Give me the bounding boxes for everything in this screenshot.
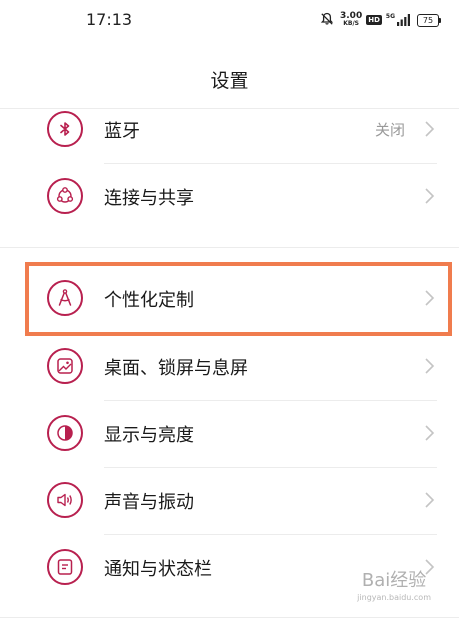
highlight-box — [25, 262, 452, 336]
chevron-right-icon — [425, 121, 435, 137]
settings-item-bluetooth[interactable]: 蓝牙 关闭 — [0, 99, 459, 161]
settings-item-sound[interactable]: 声音与振动 — [0, 470, 459, 532]
wallpaper-icon — [47, 348, 83, 384]
settings-item-desktop-lock[interactable]: 桌面、锁屏与息屏 — [0, 336, 459, 398]
brightness-icon — [47, 415, 83, 451]
network-speed: 3.00 KB/S — [340, 11, 363, 28]
settings-item-label: 桌面、锁屏与息屏 — [104, 358, 248, 379]
chevron-right-icon — [425, 492, 435, 508]
signal-strength-icon — [397, 11, 411, 30]
battery-icon: 75 — [417, 13, 441, 27]
settings-item-display[interactable]: 显示与亮度 — [0, 403, 459, 465]
page-title: 设置 — [210, 70, 249, 92]
watermark-url: jingyan.baidu.com — [357, 593, 431, 602]
status-icons: 3.00 KB/S HD 5G 75 — [320, 10, 441, 30]
notification-icon — [47, 549, 83, 585]
connection-share-icon — [47, 178, 83, 214]
settings-item-label: 蓝牙 — [104, 121, 140, 142]
settings-item-label: 通知与状态栏 — [104, 559, 212, 580]
chevron-right-icon — [425, 358, 435, 374]
bluetooth-icon — [47, 111, 83, 147]
section-divider — [0, 617, 459, 618]
row-divider — [104, 467, 437, 468]
status-time: 17:13 — [86, 10, 133, 29]
chevron-right-icon — [425, 425, 435, 441]
settings-item-label: 显示与亮度 — [104, 425, 194, 446]
speaker-icon — [47, 482, 83, 518]
baidu-jingyan-watermark: Bai经验 jingyan.baidu.com — [357, 566, 431, 602]
signal-type-label: 5G — [385, 12, 395, 20]
mute-bell-icon — [320, 11, 334, 30]
chevron-right-icon — [425, 188, 435, 204]
row-divider — [104, 400, 437, 401]
settings-item-label: 连接与共享 — [104, 188, 194, 209]
hd-badge: HD — [366, 15, 382, 25]
settings-item-connect-share[interactable]: 连接与共享 — [0, 166, 459, 228]
settings-item-label: 声音与振动 — [104, 492, 194, 513]
watermark-logo: Bai经验 — [361, 570, 427, 591]
bluetooth-status-value: 关闭 — [374, 121, 405, 139]
section-divider — [0, 247, 459, 248]
row-divider — [104, 163, 437, 164]
row-divider — [104, 534, 437, 535]
status-bar: 17:13 3.00 KB/S HD 5G 75 — [0, 0, 459, 40]
